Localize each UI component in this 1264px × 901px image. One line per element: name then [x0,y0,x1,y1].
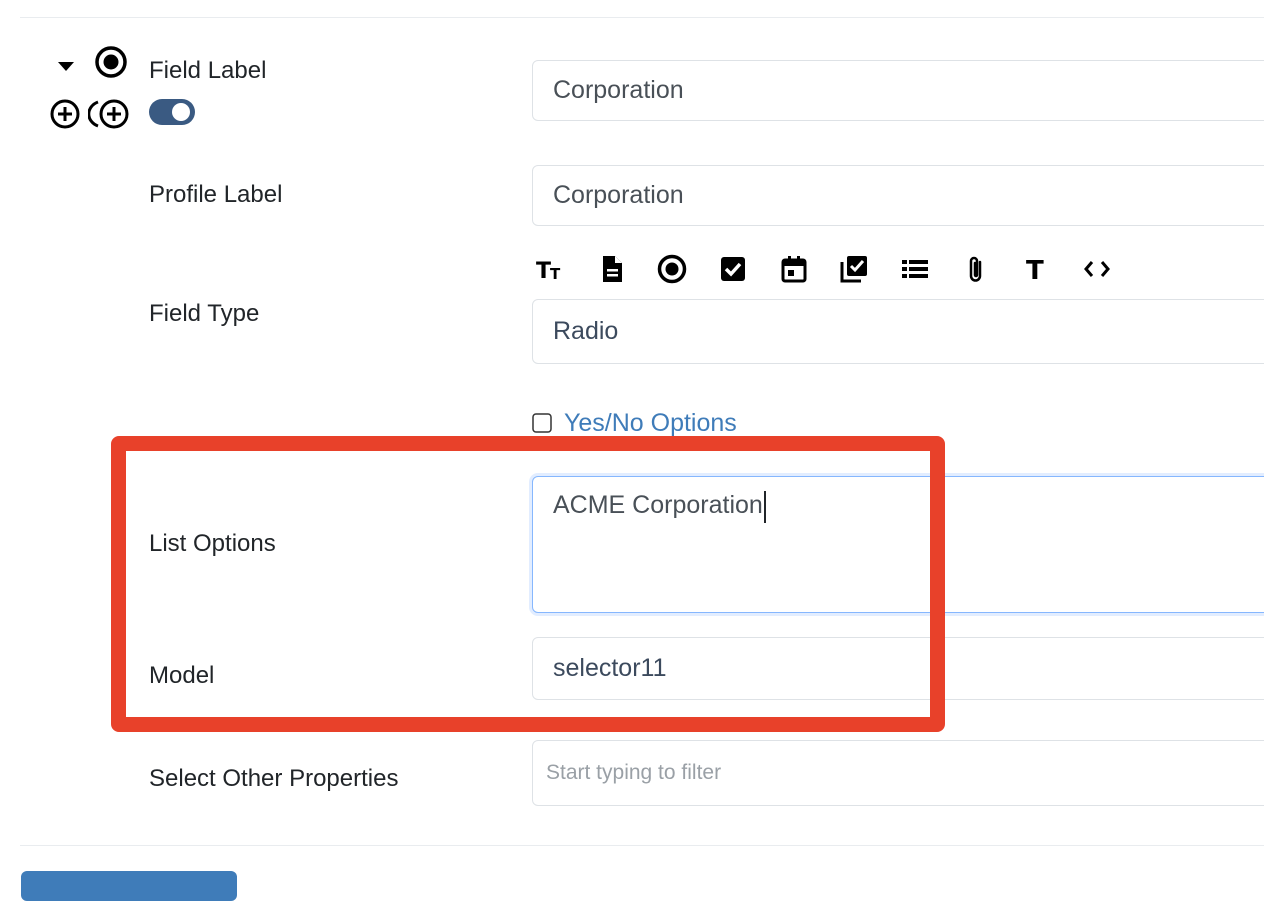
other-properties-placeholder: Start typing to filter [546,761,722,784]
paperclip-icon[interactable] [960,253,992,285]
enabled-toggle[interactable] [148,98,196,126]
other-properties-label: Select Other Properties [149,765,399,792]
field-label-label: Field Label [149,57,267,84]
profile-label-input[interactable]: Corporation [532,165,1264,226]
yes-no-checkbox[interactable] [532,413,552,433]
highlight-box [111,436,945,732]
radio-type-icon [95,46,127,78]
profile-label-label: Profile Label [149,181,283,208]
radio-icon[interactable] [656,253,688,285]
field-label-input[interactable]: Corporation [532,60,1264,121]
add-nested-field-icon[interactable] [88,97,132,131]
code-icon[interactable] [1081,253,1113,285]
top-divider [20,17,1264,18]
document-icon[interactable] [596,253,628,285]
text-icon[interactable]: T [1021,253,1053,285]
svg-text:T: T [550,265,561,283]
add-field-icon[interactable] [48,97,82,131]
yes-no-options-link[interactable]: Yes/No Options [564,409,737,438]
list-icon[interactable] [899,253,931,285]
svg-text:T: T [536,259,551,284]
text-size-icon[interactable]: TT [534,253,566,285]
submit-button[interactable] [21,871,237,901]
profile-label-value: Corporation [553,181,684,209]
caret-down-icon[interactable] [56,60,76,74]
checkbox-icon[interactable] [717,253,749,285]
calendar-icon[interactable] [778,253,810,285]
svg-text:T: T [1026,256,1044,284]
field-type-label: Field Type [149,300,260,327]
field-label-value: Corporation [553,76,684,104]
other-properties-input[interactable]: Start typing to filter [532,740,1264,806]
field-type-value: Radio [553,317,619,345]
checklist-icon[interactable] [838,253,870,285]
bottom-divider [20,845,1264,846]
field-type-select[interactable]: Radio [532,299,1264,364]
